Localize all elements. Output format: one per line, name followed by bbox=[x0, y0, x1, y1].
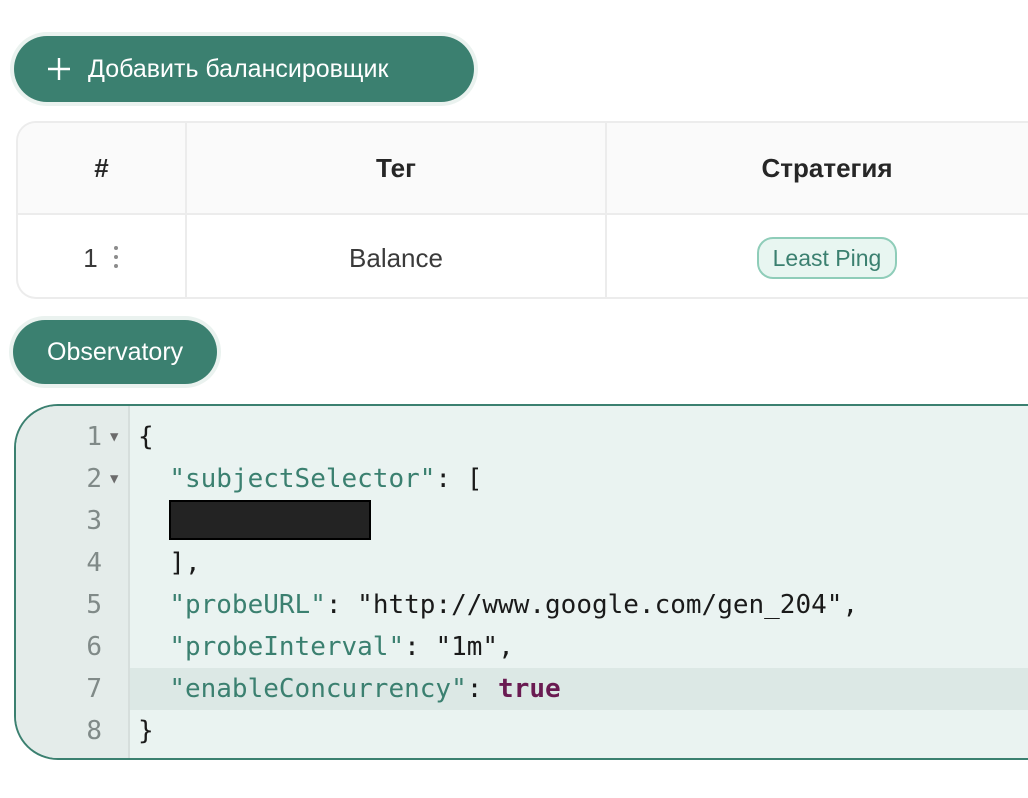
add-balancer-button[interactable]: Добавить балансировщик bbox=[14, 36, 474, 102]
line-number: 2 bbox=[86, 464, 102, 494]
line-number: 7 bbox=[86, 674, 102, 704]
line-number: 3 bbox=[86, 506, 102, 536]
row-num-cell: 1 bbox=[18, 214, 187, 297]
line-content: { bbox=[138, 422, 154, 452]
row-strategy-cell: Least Ping bbox=[606, 214, 1028, 297]
line-number: 8 bbox=[86, 716, 102, 746]
page: Добавить балансировщик # Тег Стратегия 1… bbox=[0, 0, 1028, 798]
line-number: 5 bbox=[86, 590, 102, 620]
plus-icon bbox=[46, 56, 72, 82]
line-number: 1 bbox=[86, 422, 102, 452]
line-content: "subjectSelector": [ bbox=[138, 458, 482, 500]
row-actions-menu-icon[interactable] bbox=[112, 244, 120, 270]
json-key: "enableConcurrency" bbox=[169, 674, 467, 704]
line-content: ], bbox=[138, 548, 201, 578]
table-header-row: # Тег Стратегия bbox=[18, 123, 1028, 215]
code-line: 4 ], bbox=[16, 542, 1028, 584]
json-code-editor[interactable]: 1 ▼ { 2 ▼ "subjectSelector": [ 3 4 ], 5 … bbox=[14, 404, 1028, 760]
json-key: "probeURL" bbox=[169, 590, 326, 620]
line-content: "probeURL": "http://www.google.com/gen_2… bbox=[138, 584, 858, 626]
json-key: "subjectSelector" bbox=[169, 464, 436, 494]
fold-arrow-icon[interactable]: ▼ bbox=[110, 416, 124, 458]
code-lines: 1 ▼ { 2 ▼ "subjectSelector": [ 3 4 ], 5 … bbox=[16, 416, 1028, 752]
row-tag: Balance bbox=[186, 214, 607, 297]
observatory-toggle-button[interactable]: Observatory bbox=[13, 320, 218, 384]
line-content bbox=[138, 499, 372, 542]
json-string: "1m" bbox=[435, 632, 499, 662]
redacted-block bbox=[169, 499, 372, 540]
json-punct: , bbox=[498, 632, 514, 662]
fold-arrow-icon[interactable]: ▼ bbox=[110, 458, 124, 500]
column-header-num: # bbox=[18, 123, 187, 215]
json-key: "probeInterval" bbox=[169, 632, 405, 662]
row-number: 1 bbox=[83, 242, 98, 273]
code-line: 6 "probeInterval": "1m", bbox=[16, 626, 1028, 668]
column-header-tag: Тег bbox=[186, 123, 607, 215]
line-number: 4 bbox=[86, 548, 102, 578]
code-line: 5 "probeURL": "http://www.google.com/gen… bbox=[16, 584, 1028, 626]
json-punct: : bbox=[404, 632, 436, 662]
code-line: 1 ▼ { bbox=[16, 416, 1028, 458]
line-number: 6 bbox=[86, 632, 102, 662]
table-row: 1 Balance Least Ping bbox=[18, 214, 1028, 297]
strategy-badge: Least Ping bbox=[756, 237, 898, 279]
json-punct: , bbox=[842, 590, 859, 620]
column-header-strategy: Стратегия bbox=[606, 123, 1028, 215]
line-content: } bbox=[138, 716, 154, 746]
json-punct: : [ bbox=[435, 464, 483, 494]
code-line: 3 bbox=[16, 499, 1028, 542]
json-punct: : bbox=[466, 674, 499, 704]
json-punct: : bbox=[325, 590, 358, 620]
line-content: "enableConcurrency": true bbox=[138, 668, 561, 710]
balancers-table: # Тег Стратегия 1 Balance Least Ping bbox=[16, 121, 1028, 299]
code-line: 8 } bbox=[16, 710, 1028, 752]
json-string: "http://www.google.com/gen_204" bbox=[357, 590, 843, 620]
json-boolean: true bbox=[498, 674, 561, 704]
add-balancer-label: Добавить балансировщик bbox=[88, 54, 389, 83]
code-line-active: 7 "enableConcurrency": true bbox=[16, 668, 1028, 710]
line-content: "probeInterval": "1m", bbox=[138, 626, 514, 668]
code-line: 2 ▼ "subjectSelector": [ bbox=[16, 458, 1028, 500]
